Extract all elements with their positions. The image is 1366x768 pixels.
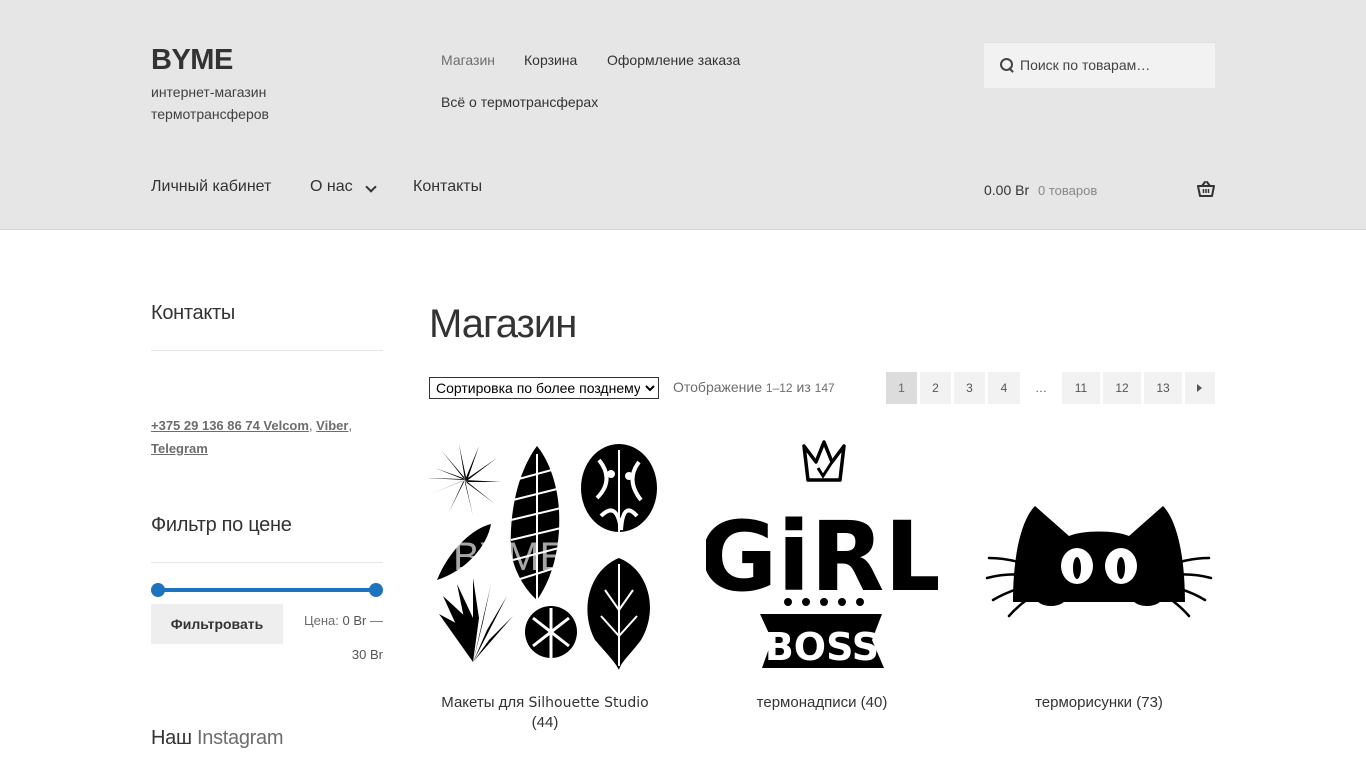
page-11-link[interactable]: 11 xyxy=(1062,372,1100,404)
page-4-link[interactable]: 4 xyxy=(988,372,1020,404)
widget-divider xyxy=(151,350,383,351)
price-range-label: Цена: 0 Br — 30 Br xyxy=(304,613,383,662)
filter-button[interactable]: Фильтровать xyxy=(151,604,283,644)
pagination-ellipsis: … xyxy=(1035,381,1047,395)
top-nav-cart[interactable]: Корзина xyxy=(524,52,577,68)
site-description: интернет-магазин термотрансферов xyxy=(151,84,269,122)
contacts-widget-title: Контакты xyxy=(151,302,235,324)
girl-text: GiRL xyxy=(706,501,938,613)
sort-select[interactable]: Сортировка по более позднему xyxy=(429,377,659,399)
search-icon xyxy=(1000,58,1015,73)
price-range-slider[interactable] xyxy=(151,583,383,597)
girl-boss-image[interactable]: GiRL BOSS xyxy=(706,440,938,672)
branding: BYME интернет-магазин термотрансферов xyxy=(151,44,291,125)
page-13-link[interactable]: 13 xyxy=(1144,372,1182,404)
viber-link[interactable]: Viber xyxy=(316,418,348,433)
cat-silhouette-image[interactable] xyxy=(983,440,1215,672)
site-title-link[interactable]: BYME xyxy=(151,44,233,76)
slider-handle-max[interactable] xyxy=(369,583,383,597)
nav-account[interactable]: Личный кабинет xyxy=(151,178,271,196)
tropical-leaves-image[interactable]: BYME xyxy=(429,440,661,672)
product-title[interactable]: Макеты для Silhouette Studio (44) xyxy=(429,693,661,733)
chevron-down-icon[interactable] xyxy=(365,181,377,193)
next-page-arrow-icon[interactable] xyxy=(1185,372,1215,404)
page-2-link[interactable]: 2 xyxy=(920,372,951,404)
nav-about-label: О нас xyxy=(310,178,353,195)
page-3-link[interactable]: 3 xyxy=(954,372,985,404)
cart-count: 0 товаров xyxy=(1038,183,1098,198)
basket-icon[interactable] xyxy=(1197,181,1215,197)
top-nav-checkout[interactable]: Оформление заказа xyxy=(607,52,740,68)
site-header: BYME интернет-магазин термотрансферов Ма… xyxy=(0,0,1366,230)
top-nav-about-transfers[interactable]: Всё о термотрансферах xyxy=(441,94,598,110)
slider-track xyxy=(158,588,376,592)
watermark-text: BYME xyxy=(453,535,566,579)
nav-about[interactable]: О нас xyxy=(310,178,353,196)
product-title[interactable]: терморисунки (73) xyxy=(983,693,1215,713)
nav-contacts[interactable]: Контакты xyxy=(413,178,482,196)
page-title: Магазин xyxy=(429,302,577,346)
product-search xyxy=(984,42,1215,88)
page-12-link[interactable]: 12 xyxy=(1103,372,1141,404)
search-input[interactable] xyxy=(1020,43,1210,87)
product-title[interactable]: термонадписи (40) xyxy=(706,693,938,713)
widget-divider xyxy=(151,562,383,563)
page-1-current: 1 xyxy=(886,372,917,404)
header-cart[interactable]: 0.00 Br 0 товаров xyxy=(984,180,1215,202)
instagram-widget-title: Наш Instagram xyxy=(151,727,284,749)
top-nav-shop[interactable]: Магазин xyxy=(441,52,495,68)
result-count: Отображение 1–12 из 147 xyxy=(673,379,835,395)
slider-handle-min[interactable] xyxy=(151,583,165,597)
telegram-link[interactable]: Telegram xyxy=(151,441,208,456)
contacts-text: +375 29 136 86 74 Velcom, Viber, Telegra… xyxy=(151,418,353,456)
cart-amount: 0.00 Br xyxy=(984,182,1030,198)
price-filter-title: Фильтр по цене xyxy=(151,514,292,536)
boss-text: BOSS xyxy=(765,625,879,669)
phone-link[interactable]: +375 29 136 86 74 Velcom xyxy=(151,418,309,433)
